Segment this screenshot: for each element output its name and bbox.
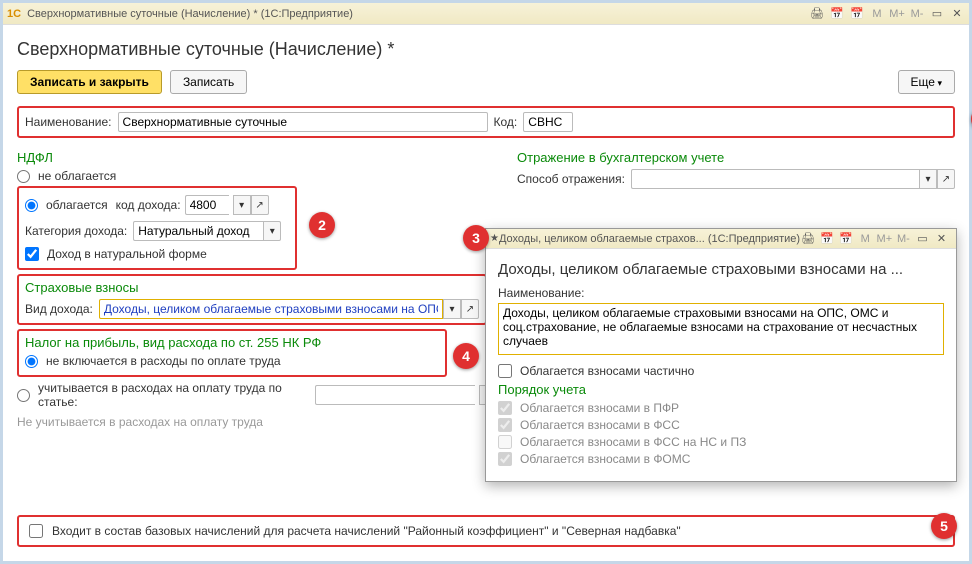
- income-code-label: код дохода:: [116, 198, 181, 212]
- insurance-block: Страховые взносы Вид дохода: ▾ ↗: [17, 274, 487, 325]
- ndfl-none-radio[interactable]: [17, 170, 30, 183]
- popup-heading: Доходы, целиком облагаемые страховыми вз…: [498, 261, 944, 278]
- save-close-button[interactable]: Записать и закрыть: [17, 70, 162, 94]
- close-icon[interactable]: ✕: [949, 6, 965, 22]
- profit-excl-label: не включается в расходы по оплате труда: [46, 354, 281, 368]
- callout-3: 3: [463, 225, 489, 251]
- base-calc-label: Входит в состав базовых начислений для р…: [52, 524, 681, 538]
- ndfl-taxed-block: облагается код дохода: ▾ ↗ Категория дох…: [17, 186, 297, 270]
- popup-cal-icon[interactable]: 📅: [819, 230, 835, 246]
- popup-logo-icon: ★: [490, 233, 499, 244]
- popup-name-label: Наименование:: [498, 286, 944, 300]
- profit-incl-radio[interactable]: [17, 389, 30, 402]
- popup-pfr-checkbox: [498, 401, 512, 415]
- category-label: Категория дохода:: [25, 224, 127, 238]
- window-titlebar: 1C Сверхнормативные суточные (Начисление…: [3, 3, 969, 25]
- app-logo-icon: 1C: [7, 8, 21, 20]
- popup-foms-label: Облагается взносами в ФОМС: [520, 452, 690, 466]
- income-type-popup: ★ Доходы, целиком облагаемые страхов... …: [485, 228, 957, 482]
- income-code-dropdown[interactable]: ▾: [233, 195, 251, 215]
- popup-fssns-checkbox: [498, 435, 512, 449]
- zoom-mminus-icon[interactable]: M-: [909, 6, 925, 22]
- popup-titlebar-text: Доходы, целиком облагаемые страхов... (1…: [499, 233, 800, 245]
- accounting-title: Отражение в бухгалтерском учете: [517, 150, 955, 165]
- name-input[interactable]: [118, 112, 488, 132]
- popup-fss-checkbox: [498, 418, 512, 432]
- callout-5: 5: [931, 513, 957, 539]
- insurance-type-open-icon[interactable]: ↗: [461, 299, 479, 319]
- profit-excl-radio[interactable]: [25, 355, 38, 368]
- page-title: Сверхнормативные суточные (Начисление) *: [17, 39, 955, 60]
- insurance-type-dropdown[interactable]: ▾: [443, 299, 461, 319]
- popup-fss-label: Облагается взносами в ФСС: [520, 418, 680, 432]
- code-input[interactable]: [523, 112, 573, 132]
- ndfl-taxed-label: облагается: [46, 198, 108, 212]
- more-button[interactable]: Еще: [898, 70, 955, 94]
- popup-cal2-icon[interactable]: 📅: [838, 230, 854, 246]
- profit-incl-label: учитывается в расходах на оплату труда п…: [38, 381, 307, 409]
- accounting-method-dropdown[interactable]: ▾: [919, 169, 937, 189]
- ndfl-title: НДФЛ: [17, 150, 497, 165]
- category-dropdown[interactable]: ▾: [263, 221, 281, 241]
- natural-form-checkbox[interactable]: [25, 247, 39, 261]
- popup-min-icon[interactable]: ▭: [914, 230, 930, 246]
- insurance-title: Страховые взносы: [25, 280, 479, 295]
- base-calc-block: Входит в состав базовых начислений для р…: [17, 515, 955, 547]
- popup-foms-checkbox: [498, 452, 512, 466]
- popup-pfr-label: Облагается взносами в ПФР: [520, 401, 679, 415]
- popup-mminus-icon[interactable]: M-: [895, 231, 911, 247]
- print-icon[interactable]: 🖨: [809, 6, 825, 22]
- profit-tax-note: Не учитывается в расходах на оплату труд…: [17, 415, 497, 429]
- code-label: Код:: [494, 115, 518, 129]
- insurance-type-input[interactable]: [99, 299, 443, 319]
- accounting-method-label: Способ отражения:: [517, 172, 625, 186]
- ndfl-none-label: не облагается: [38, 169, 116, 183]
- profit-article-input[interactable]: [315, 385, 475, 405]
- base-calc-checkbox[interactable]: [29, 524, 43, 538]
- callout-2: 2: [309, 212, 335, 238]
- popup-mplus-icon[interactable]: M+: [876, 231, 892, 247]
- popup-close-icon[interactable]: ✕: [934, 230, 950, 246]
- natural-form-label: Доход в натуральной форме: [47, 247, 207, 261]
- window-title: Сверхнормативные суточные (Начисление) *…: [27, 8, 353, 20]
- popup-print-icon[interactable]: 🖨: [800, 230, 816, 246]
- popup-partial-label: Облагается взносами частично: [520, 364, 694, 378]
- insurance-type-label: Вид дохода:: [25, 302, 93, 316]
- income-code-input[interactable]: [185, 195, 229, 215]
- zoom-m-icon[interactable]: M: [869, 6, 885, 22]
- calendar2-icon[interactable]: 📅: [849, 6, 865, 22]
- header-fields-block: Наименование: Код: 1: [17, 106, 955, 138]
- zoom-mplus-icon[interactable]: M+: [889, 6, 905, 22]
- name-label: Наименование:: [25, 115, 112, 129]
- popup-section-title: Порядок учета: [498, 382, 944, 397]
- profit-tax-block: Налог на прибыль, вид расхода по ст. 255…: [17, 329, 447, 377]
- popup-partial-checkbox[interactable]: [498, 364, 512, 378]
- popup-name-textarea[interactable]: [498, 303, 944, 355]
- callout-4: 4: [453, 343, 479, 369]
- minimize-icon[interactable]: ▭: [929, 6, 945, 22]
- popup-fssns-label: Облагается взносами в ФСС на НС и ПЗ: [520, 435, 746, 449]
- save-button[interactable]: Записать: [170, 70, 247, 94]
- accounting-method-input[interactable]: [631, 169, 919, 189]
- calendar-icon[interactable]: 📅: [829, 6, 845, 22]
- ndfl-taxed-radio[interactable]: [25, 199, 38, 212]
- category-input[interactable]: [133, 221, 263, 241]
- accounting-method-open-icon[interactable]: ↗: [937, 169, 955, 189]
- popup-m-icon[interactable]: M: [857, 231, 873, 247]
- income-code-open-icon[interactable]: ↗: [251, 195, 269, 215]
- profit-tax-title: Налог на прибыль, вид расхода по ст. 255…: [25, 335, 439, 350]
